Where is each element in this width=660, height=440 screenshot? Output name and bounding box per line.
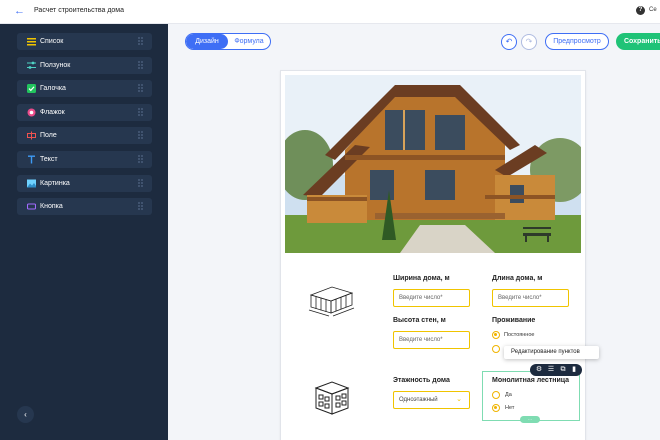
text-icon [28, 155, 35, 164]
resize-handle[interactable]: ⋯ [520, 416, 540, 423]
floors-select[interactable]: Одноэтажный ⌄ [393, 391, 470, 409]
trash-icon[interactable]: ▮ [570, 366, 578, 374]
stairs-option-label: Нет [505, 405, 515, 411]
stairs-option-label: Да [505, 392, 512, 398]
drag-handle-icon[interactable] [138, 131, 144, 140]
house-photo[interactable] [285, 75, 581, 253]
height-input[interactable]: Введите число* [393, 331, 470, 349]
living-option-label: Постоянное [504, 332, 535, 338]
sidebar-item-label: Флажок [40, 109, 65, 116]
sidebar-item-slider[interactable]: Ползунок [17, 57, 152, 74]
stairs-option-no-radio[interactable] [492, 404, 500, 412]
sidebar-item-checkbox[interactable]: Галочка [17, 80, 152, 97]
stairs-label: Монолитная лестница [492, 377, 570, 384]
sidebar-item-text[interactable]: Текст [17, 151, 152, 168]
sidebar-item-field[interactable]: Поле [17, 127, 152, 144]
drag-handle-icon[interactable] [138, 179, 144, 188]
sidebar-item-label: Список [40, 38, 64, 45]
drag-handle-icon[interactable] [138, 108, 144, 117]
living-option-permanent-radio[interactable] [492, 331, 500, 339]
sidebar-item-image[interactable]: Картинка [17, 175, 152, 192]
floors-select-value: Одноэтажный [399, 397, 438, 403]
button-icon [27, 203, 36, 210]
sidebar-item-label: Текст [40, 156, 58, 163]
stairs-option-yes-radio[interactable] [492, 391, 500, 399]
sidebar-item-button[interactable]: Кнопка [17, 198, 152, 215]
living-label: Проживание [492, 317, 536, 324]
help-label[interactable]: Се [649, 7, 657, 13]
undo-icon[interactable]: ↶ [501, 34, 517, 50]
drag-handle-icon[interactable] [138, 155, 144, 164]
preview-button[interactable]: Предпросмотр [545, 33, 609, 50]
floors-label: Этажность дома [393, 377, 450, 384]
widget-sidebar: Список Ползунок Галочка Флажок Поле Текс… [0, 24, 168, 440]
radio-icon [27, 108, 36, 117]
multi-storey-icon [314, 381, 350, 415]
redo-icon[interactable]: ↷ [521, 34, 537, 50]
width-input[interactable]: Введите число* [393, 289, 470, 307]
copy-icon[interactable]: ⧉ [559, 366, 567, 374]
element-toolbar: ⚙ ☰ ⧉ ▮ [530, 364, 582, 376]
page-title: Расчет строительства дома [34, 7, 124, 14]
living-option-2-radio[interactable] [492, 345, 500, 353]
sidebar-item-label: Кнопка [40, 203, 63, 210]
house-dimensions-icon [308, 286, 355, 317]
sidebar-item-list[interactable]: Список [17, 33, 152, 50]
help-icon[interactable]: ? [636, 6, 645, 15]
drag-handle-icon[interactable] [138, 61, 144, 70]
sidebar-item-radio[interactable]: Флажок [17, 104, 152, 121]
chevron-down-icon: ⌄ [456, 396, 462, 403]
mode-toggle[interactable]: Дизайн Формула [185, 33, 271, 50]
menu-lines-icon[interactable]: ☰ [547, 366, 555, 374]
length-label: Длина дома, м [492, 275, 543, 282]
height-label: Высота стен, м [393, 317, 446, 324]
sliders-icon [27, 61, 36, 69]
sidebar-item-label: Картинка [40, 180, 70, 187]
field-icon [27, 131, 36, 140]
length-input[interactable]: Введите число* [492, 289, 569, 307]
tooltip: Редактирование пунктов [504, 346, 599, 359]
drag-handle-icon[interactable] [138, 202, 144, 211]
chevron-left-icon[interactable]: ‹ [17, 406, 34, 423]
tab-design[interactable]: Дизайн [186, 34, 228, 49]
drag-handle-icon[interactable] [138, 84, 144, 93]
list-icon [27, 38, 36, 46]
drag-handle-icon[interactable] [138, 37, 144, 46]
sidebar-item-label: Поле [40, 132, 57, 139]
checkbox-icon [27, 84, 36, 93]
gear-icon[interactable]: ⚙ [535, 366, 543, 374]
top-bar: ← Расчет строительства дома ? Се [0, 0, 660, 24]
sidebar-item-label: Галочка [40, 85, 66, 92]
sidebar-item-label: Ползунок [40, 62, 71, 69]
tab-formula[interactable]: Формула [228, 34, 270, 49]
save-button[interactable]: Сохранить [616, 33, 660, 50]
image-icon [27, 179, 36, 188]
width-label: Ширина дома, м [393, 275, 450, 282]
arrow-left-icon[interactable]: ← [14, 4, 25, 18]
